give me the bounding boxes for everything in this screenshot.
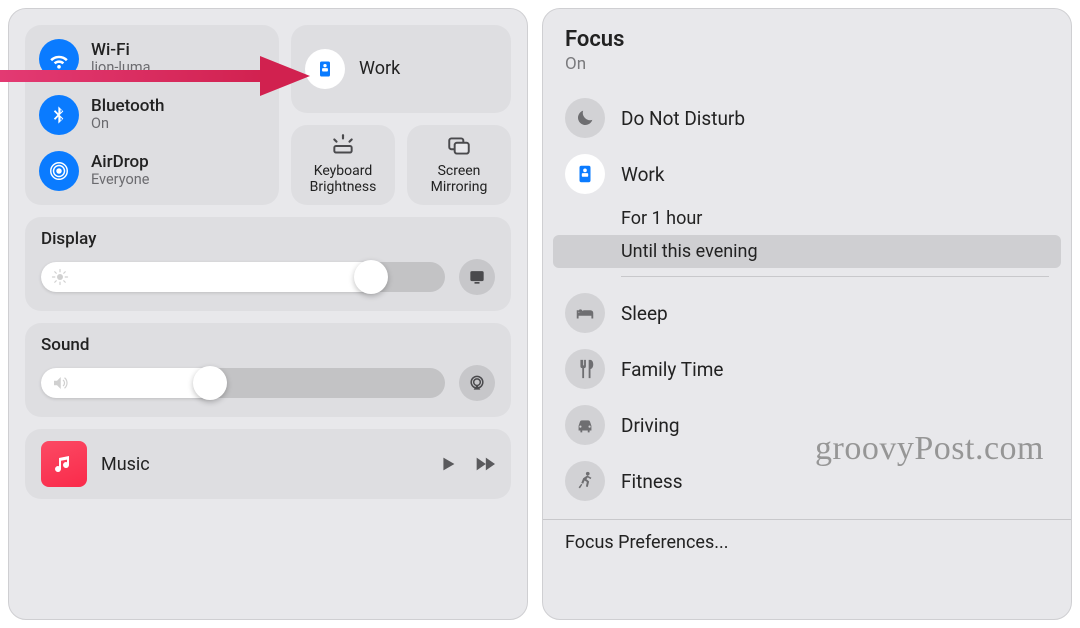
top-row: Wi-Fi lion-luma Bluetooth On AirDrop: [25, 25, 511, 205]
focus-mode-family[interactable]: Family Time: [553, 341, 1061, 397]
focus-duration-1hour[interactable]: For 1 hour: [553, 202, 1061, 235]
separator: [621, 276, 1049, 277]
sound-slider[interactable]: [41, 368, 445, 398]
display-title: Display: [41, 229, 495, 249]
focus-modes-list: Do Not Disturb Work For 1 hour Until thi…: [543, 84, 1071, 509]
volume-icon: [51, 374, 69, 392]
focus-duration-evening[interactable]: Until this evening: [553, 235, 1061, 268]
focus-mode-fitness[interactable]: Fitness: [553, 453, 1061, 509]
screen-mirroring-icon: [446, 133, 472, 159]
wifi-icon: [39, 39, 79, 79]
wifi-title: Wi-Fi: [91, 41, 150, 61]
bluetooth-status: On: [91, 116, 165, 133]
display-slider[interactable]: [41, 262, 445, 292]
focus-panel-title: Focus: [565, 27, 1049, 52]
focus-work-icon: [305, 49, 345, 89]
screen-mirroring-label: Screen Mirroring: [431, 163, 488, 195]
keyboard-brightness-label: Keyboard Brightness: [310, 163, 377, 195]
sound-card: Sound: [25, 323, 511, 417]
wifi-network-name: lion-luma: [91, 60, 150, 77]
display-settings-button[interactable]: [459, 259, 495, 295]
bluetooth-title: Bluetooth: [91, 97, 165, 117]
moon-icon: [565, 98, 605, 138]
mini-controls-row: Keyboard Brightness Screen Mirroring: [291, 125, 511, 205]
focus-mode-sleep[interactable]: Sleep: [553, 285, 1061, 341]
bluetooth-icon: [39, 95, 79, 135]
focus-mode-driving[interactable]: Driving: [553, 397, 1061, 453]
connectivity-card: Wi-Fi lion-luma Bluetooth On AirDrop: [25, 25, 279, 205]
fork-knife-icon: [565, 349, 605, 389]
airdrop-status: Everyone: [91, 172, 149, 189]
focus-panel: Focus On Do Not Disturb Work For 1 hour …: [542, 8, 1072, 620]
music-title: Music: [101, 454, 423, 475]
keyboard-brightness-icon: [330, 133, 356, 159]
airdrop-toggle[interactable]: AirDrop Everyone: [35, 145, 269, 197]
play-icon[interactable]: [437, 453, 459, 475]
display-card: Display: [25, 217, 511, 311]
focus-mode-work[interactable]: Work: [553, 146, 1061, 202]
bluetooth-toggle[interactable]: Bluetooth On: [35, 89, 269, 141]
music-app-icon: [41, 441, 87, 487]
display-icon: [467, 267, 487, 287]
sun-icon: [51, 268, 69, 286]
focus-preferences-link[interactable]: Focus Preferences...: [543, 520, 1071, 557]
badge-icon: [565, 154, 605, 194]
focus-tile[interactable]: Work: [291, 25, 511, 113]
forward-icon[interactable]: [473, 453, 495, 475]
running-icon: [565, 461, 605, 501]
screen-mirroring-button[interactable]: Screen Mirroring: [407, 125, 511, 205]
focus-mode-dnd[interactable]: Do Not Disturb: [553, 90, 1061, 146]
focus-column: Work Keyboard Brightness Screen Mirrorin…: [291, 25, 511, 205]
focus-tile-label: Work: [359, 58, 400, 79]
wifi-toggle[interactable]: Wi-Fi lion-luma: [35, 33, 269, 85]
control-center-panel: Wi-Fi lion-luma Bluetooth On AirDrop: [8, 8, 528, 620]
focus-panel-status: On: [565, 54, 1049, 74]
airdrop-icon: [39, 151, 79, 191]
car-icon: [565, 405, 605, 445]
airplay-icon: [467, 373, 487, 393]
sound-title: Sound: [41, 335, 495, 355]
airdrop-title: AirDrop: [91, 153, 149, 173]
bed-icon: [565, 293, 605, 333]
now-playing-card[interactable]: Music: [25, 429, 511, 499]
keyboard-brightness-button[interactable]: Keyboard Brightness: [291, 125, 395, 205]
airplay-audio-button[interactable]: [459, 365, 495, 401]
